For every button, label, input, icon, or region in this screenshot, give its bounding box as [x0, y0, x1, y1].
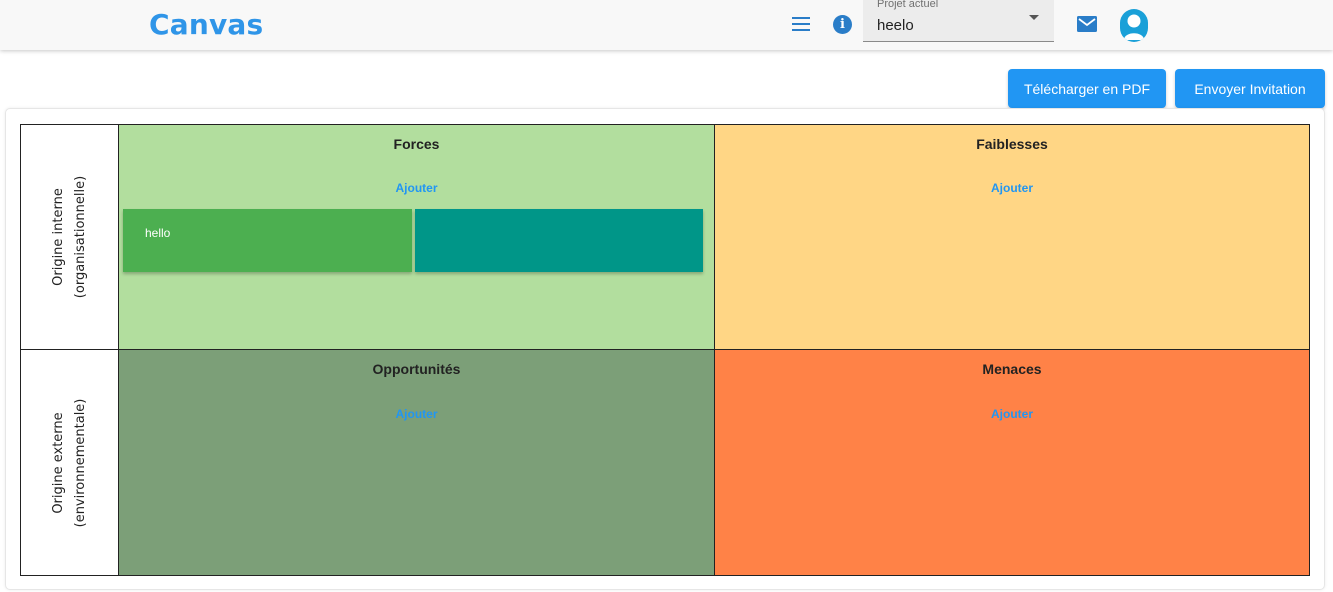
- chevron-down-icon: [1029, 15, 1039, 20]
- sticky-note[interactable]: [415, 209, 703, 272]
- quadrant-title-forces: Forces: [393, 136, 440, 152]
- add-link-forces[interactable]: Ajouter: [119, 181, 714, 195]
- project-select-label: Projet actuel: [877, 0, 939, 10]
- row-label-internal-line1: Origine interne: [50, 188, 66, 286]
- top-app-bar: Canvas i Projet actuel heelo: [0, 0, 1333, 50]
- user-avatar[interactable]: [1120, 9, 1148, 42]
- row-label-internal: Origine interne (organisationnelle): [21, 125, 119, 350]
- quadrant-faiblesses: Faiblesses Ajouter: [715, 125, 1309, 350]
- swot-grid: Origine interne (organisationnelle) Orig…: [20, 124, 1310, 576]
- download-pdf-button[interactable]: Télécharger en PDF: [1008, 69, 1166, 108]
- quadrant-title-opportunites: Opportunités: [372, 361, 461, 377]
- info-icon[interactable]: i: [833, 15, 852, 34]
- project-select[interactable]: Projet actuel heelo: [863, 0, 1054, 42]
- add-link-menaces[interactable]: Ajouter: [715, 407, 1309, 421]
- row-label-external: Origine externe (environnementale): [21, 350, 119, 575]
- project-select-value: heelo: [877, 17, 914, 34]
- quadrant-opportunites: Opportunités Ajouter: [119, 350, 715, 575]
- quadrant-title-menaces: Menaces: [982, 361, 1042, 377]
- add-link-faiblesses[interactable]: Ajouter: [715, 181, 1309, 195]
- sticky-note[interactable]: hello: [123, 209, 412, 272]
- add-link-opportunites[interactable]: Ajouter: [119, 407, 714, 421]
- row-label-external-line2: (environnementale): [72, 398, 88, 527]
- quadrant-forces: Forces Ajouter hello: [119, 125, 715, 350]
- mail-icon[interactable]: [1077, 16, 1097, 32]
- quadrant-menaces: Menaces Ajouter: [715, 350, 1309, 575]
- user-icon: [1124, 14, 1144, 40]
- row-label-external-line1: Origine externe: [50, 411, 66, 514]
- row-label-internal-line2: (organisationnelle): [72, 175, 88, 299]
- app-title: Canvas: [149, 8, 264, 41]
- sticky-note-text: hello: [145, 226, 171, 240]
- quadrant-title-faiblesses: Faiblesses: [976, 136, 1048, 152]
- send-invitation-button[interactable]: Envoyer Invitation: [1175, 69, 1325, 108]
- menu-icon[interactable]: [791, 17, 811, 33]
